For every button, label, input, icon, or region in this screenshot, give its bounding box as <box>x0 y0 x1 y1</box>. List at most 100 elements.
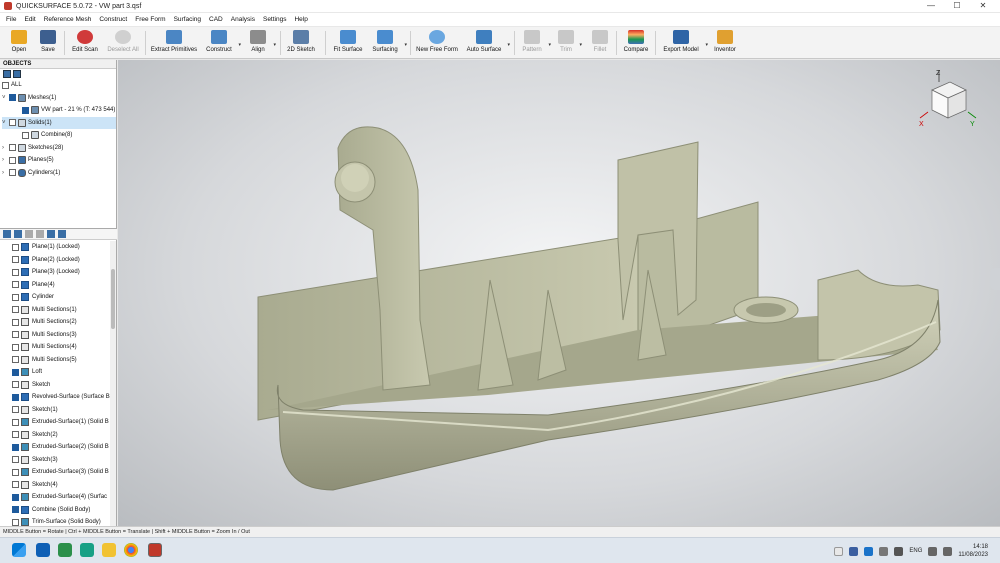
menu-settings[interactable]: Settings <box>263 16 287 23</box>
folder-icon[interactable] <box>102 543 116 557</box>
chevron-right-icon[interactable]: › <box>2 170 9 176</box>
history-item[interactable]: Sketch(1) <box>12 404 111 417</box>
construct-button[interactable]: Construct ▾ <box>204 28 241 58</box>
extract-primitives-button[interactable]: Extract Primitives <box>150 28 198 58</box>
clock[interactable]: 14:18 11/08/2023 <box>958 543 988 559</box>
export-model-button[interactable]: Export Model ▾ <box>661 28 708 58</box>
teams-icon[interactable] <box>849 546 859 556</box>
history-item[interactable]: Extruded-Surface(4) (Surfac <box>12 491 111 504</box>
tree-item-meshes[interactable]: ˅ Meshes(1) <box>2 92 116 105</box>
chevron-down-icon[interactable]: ▾ <box>238 42 241 48</box>
chevron-right-icon[interactable]: › <box>2 157 9 163</box>
tree-item-sketches[interactable]: › Sketches(28) <box>2 142 116 155</box>
menu-file[interactable]: File <box>6 16 16 23</box>
save-button[interactable]: Save <box>36 28 60 58</box>
visibility-checkbox[interactable] <box>12 381 19 389</box>
3d-viewport[interactable]: Z X Y <box>118 60 1000 526</box>
open-button[interactable]: Open <box>6 28 32 58</box>
trim-button[interactable]: Trim ▾ <box>557 28 582 58</box>
volume-icon[interactable] <box>943 546 953 556</box>
visibility-checkbox[interactable] <box>12 406 19 414</box>
filter-icon[interactable] <box>13 70 21 78</box>
history-item[interactable]: Trim-Surface (Solid Body) <box>12 516 111 526</box>
maximize-icon[interactable]: ☐ <box>944 0 970 12</box>
visibility-checkbox[interactable] <box>22 106 29 114</box>
visibility-checkbox[interactable] <box>22 131 29 139</box>
visibility-checkbox[interactable] <box>12 443 19 451</box>
history-item[interactable]: Sketch(3) <box>12 454 111 467</box>
align-button[interactable]: Align ▾ <box>247 28 276 58</box>
language-indicator[interactable]: ENG <box>909 548 922 554</box>
visibility-checkbox[interactable] <box>12 431 19 439</box>
visibility-checkbox[interactable] <box>12 318 19 326</box>
visibility-checkbox[interactable] <box>12 368 19 376</box>
visibility-checkbox[interactable] <box>12 356 19 364</box>
chevron-down-icon[interactable]: ▾ <box>273 42 276 48</box>
battery-icon[interactable] <box>894 546 904 556</box>
history-item[interactable]: Multi Sections(4) <box>12 341 111 354</box>
menu-construct[interactable]: Construct <box>99 16 127 23</box>
pattern-button[interactable]: Pattern ▾ <box>520 28 551 58</box>
scrollbar-thumb[interactable] <box>111 269 115 329</box>
chevron-down-icon[interactable]: ▾ <box>705 42 708 48</box>
visibility-checkbox[interactable] <box>12 243 19 251</box>
chevron-down-icon[interactable]: ▾ <box>548 42 551 48</box>
history-item[interactable]: Revolved-Surface (Surface B <box>12 391 111 404</box>
visibility-checkbox[interactable] <box>12 468 19 476</box>
history-item[interactable]: Extruded-Surface(1) (Solid B <box>12 416 111 429</box>
history-item[interactable]: Extruded-Surface(2) (Solid B <box>12 441 111 454</box>
history-item[interactable]: Multi Sections(5) <box>12 354 111 367</box>
history-item[interactable]: Plane(2) (Locked) <box>12 254 111 267</box>
menu-reference-mesh[interactable]: Reference Mesh <box>44 16 92 23</box>
expand-all-icon[interactable] <box>3 70 11 78</box>
rewind-icon[interactable] <box>47 230 55 238</box>
history-item[interactable]: Plane(3) (Locked) <box>12 266 111 279</box>
visibility-checkbox[interactable] <box>9 94 16 102</box>
chevron-down-icon[interactable]: ˅ <box>2 95 9 101</box>
history-item[interactable]: Multi Sections(2) <box>12 316 111 329</box>
visibility-checkbox[interactable] <box>12 506 19 514</box>
minimize-icon[interactable]: — <box>918 0 944 12</box>
edit-scan-button[interactable]: Edit Scan <box>70 28 100 58</box>
history-item[interactable]: Sketch(4) <box>12 479 111 492</box>
menu-analysis[interactable]: Analysis <box>231 16 255 23</box>
history-item[interactable]: Multi Sections(3) <box>12 329 111 342</box>
tree-item-vw-part[interactable]: VW part - 21 % (T: 473 544) <box>2 104 116 117</box>
visibility-checkbox[interactable] <box>12 481 19 489</box>
menu-free-form[interactable]: Free Form <box>135 16 165 23</box>
visibility-checkbox[interactable] <box>9 156 16 164</box>
visibility-checkbox[interactable] <box>9 169 16 177</box>
visibility-checkbox[interactable] <box>9 144 16 152</box>
visibility-checkbox[interactable] <box>12 268 19 276</box>
step-icon[interactable] <box>36 230 44 238</box>
menu-edit[interactable]: Edit <box>24 16 35 23</box>
tree-item-planes[interactable]: › Planes(5) <box>2 154 116 167</box>
compare-button[interactable]: Compare <box>622 28 650 58</box>
menu-help[interactable]: Help <box>294 16 307 23</box>
onedrive-icon[interactable] <box>864 546 874 556</box>
chevron-right-icon[interactable]: › <box>2 145 9 151</box>
start-icon[interactable] <box>12 543 26 557</box>
history-item[interactable]: Extruded-Surface(3) (Solid B <box>12 466 111 479</box>
visibility-checkbox[interactable] <box>12 306 19 314</box>
excel-icon[interactable] <box>58 543 72 557</box>
history-item[interactable]: Combine (Solid Body) <box>12 504 111 517</box>
history-item[interactable]: Cylinder <box>12 291 111 304</box>
visibility-checkbox[interactable] <box>12 256 19 264</box>
chevron-down-icon[interactable]: ▾ <box>404 42 407 48</box>
new-free-form-button[interactable]: New Free Form <box>416 28 458 58</box>
history-item[interactable]: Sketch(2) <box>12 429 111 442</box>
meet-icon[interactable] <box>80 543 94 557</box>
chevron-down-icon[interactable]: ▾ <box>507 42 510 48</box>
quicksurface-taskbar-icon[interactable] <box>148 543 162 557</box>
chrome-icon[interactable] <box>124 543 138 557</box>
outlook-icon[interactable] <box>36 543 50 557</box>
history-item[interactable]: Loft <box>12 366 111 379</box>
visibility-checkbox[interactable] <box>12 331 19 339</box>
menu-surfacing[interactable]: Surfacing <box>174 16 201 23</box>
fillet-button[interactable]: Fillet <box>590 28 610 58</box>
menu-cad[interactable]: CAD <box>209 16 223 23</box>
tree-item-all[interactable]: ALL <box>2 79 116 92</box>
visibility-checkbox[interactable] <box>12 343 19 351</box>
visibility-checkbox[interactable] <box>2 81 9 89</box>
